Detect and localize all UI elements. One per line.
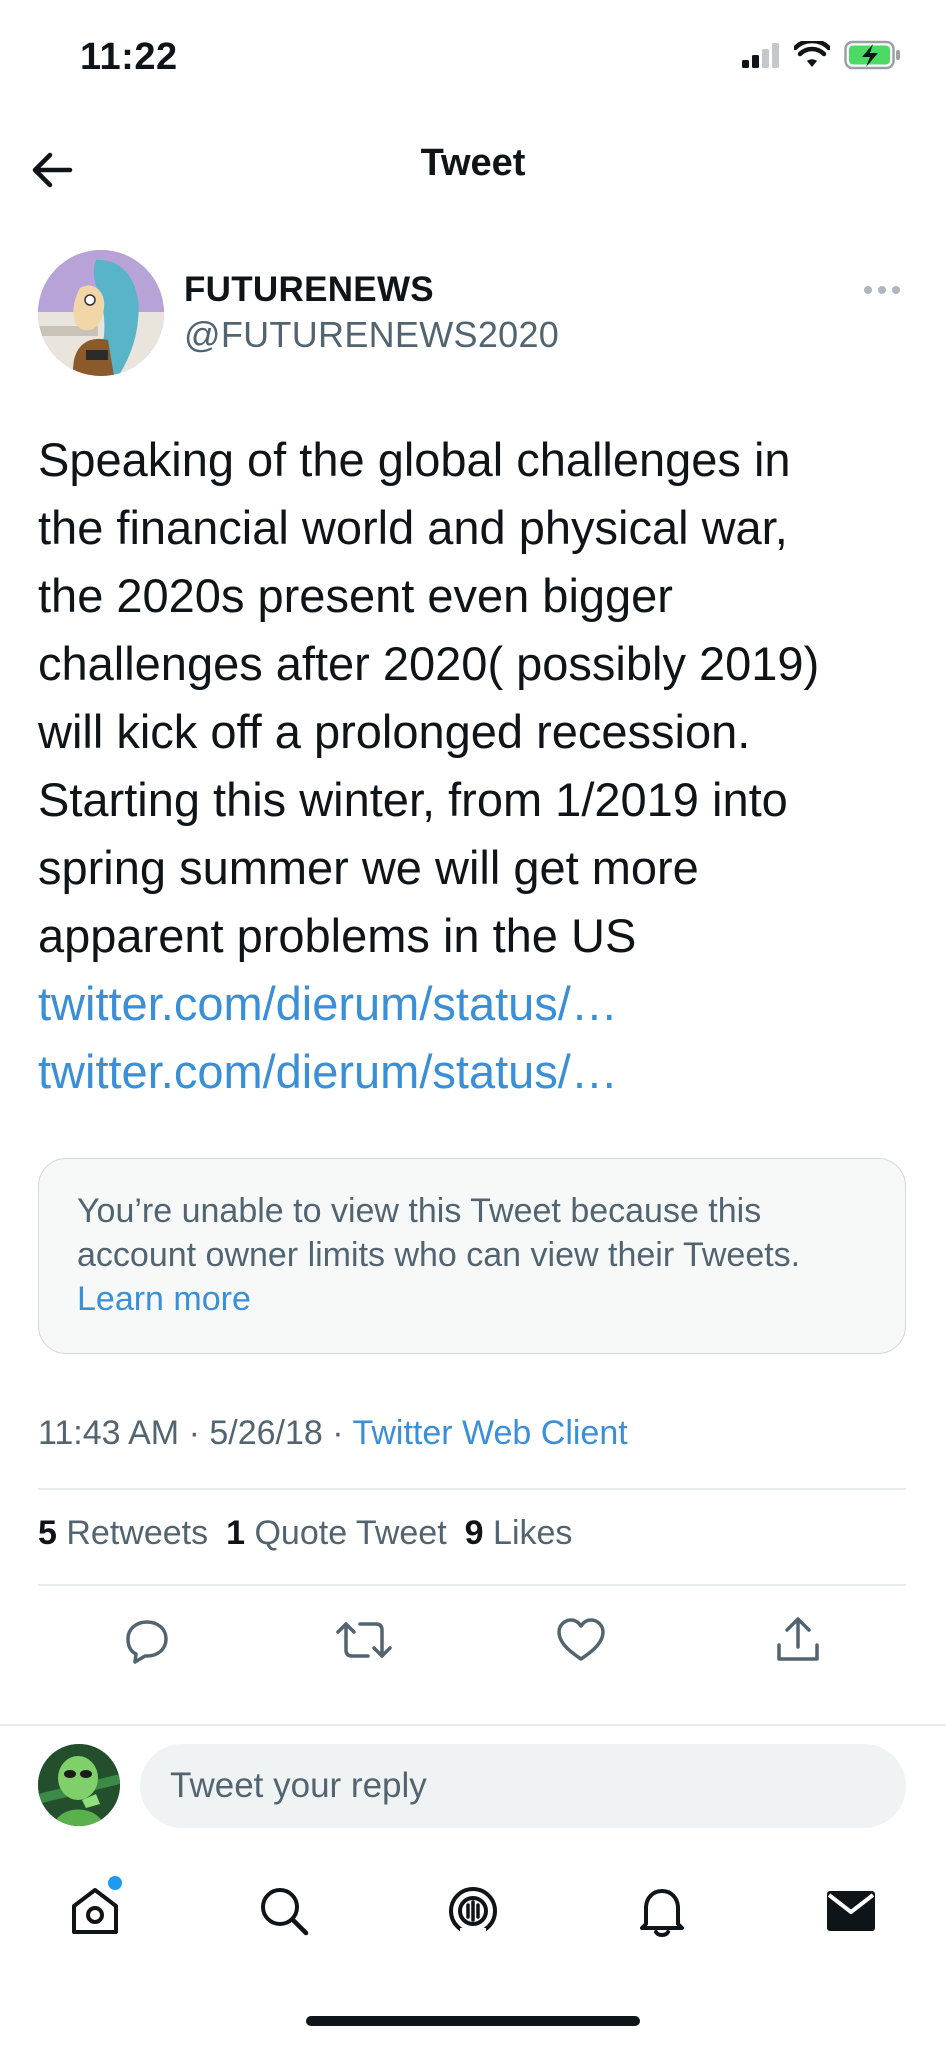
retweet-button[interactable] <box>328 1604 400 1676</box>
meta-separator: · <box>188 1414 200 1452</box>
home-indicator <box>306 2016 640 2026</box>
back-button[interactable] <box>22 140 82 200</box>
likes-label: Likes <box>493 1514 573 1552</box>
reply-input[interactable]: Tweet your reply <box>140 1744 906 1828</box>
likes-stat[interactable]: 9 Likes <box>465 1514 573 1553</box>
divider <box>38 1584 906 1586</box>
tweet-line: the 2020s present even bigger <box>38 569 673 622</box>
tweet-line: will kick off a prolonged recession. <box>38 705 751 758</box>
more-horizontal-icon <box>892 286 900 294</box>
status-icons <box>742 40 902 70</box>
arrow-left-icon <box>32 152 73 188</box>
restricted-message: You’re unable to view this Tweet because… <box>77 1189 800 1321</box>
tweet-text: Speaking of the global challenges in the… <box>38 426 918 1106</box>
retweets-count: 5 <box>38 1514 57 1552</box>
status-time: 11:22 <box>80 36 178 78</box>
author-handle[interactable]: @FUTURENEWS2020 <box>184 314 559 356</box>
quotes-label: Quote Tweet <box>254 1514 447 1552</box>
tweet-line: Speaking of the global challenges in <box>38 433 791 486</box>
restricted-tweet-card: You’re unable to view this Tweet because… <box>38 1158 906 1354</box>
tab-home[interactable] <box>50 1866 140 1956</box>
tweet-stats: 5 Retweets 1 Quote Tweet 9 Likes <box>38 1514 572 1553</box>
meta-separator: · <box>332 1414 344 1452</box>
more-horizontal-icon <box>878 286 886 294</box>
page-title: Tweet <box>420 142 526 184</box>
likes-count: 9 <box>464 1514 484 1552</box>
home-icon <box>71 1888 118 1934</box>
wifi-icon <box>794 41 830 67</box>
tweet-meta: 11:43 AM · 5/26/18 · Twitter Web Client <box>38 1414 628 1453</box>
tab-messages[interactable] <box>806 1866 896 1956</box>
notification-dot <box>107 1876 122 1890</box>
tweet-line: spring summer we will get more <box>38 841 699 894</box>
more-horizontal-icon <box>864 286 872 294</box>
retweets-label: Retweets <box>66 1514 209 1552</box>
tab-notifications[interactable] <box>617 1866 707 1956</box>
tweet-link[interactable]: twitter.com/dierum/status/… <box>38 970 918 1038</box>
divider <box>38 1488 906 1490</box>
tweet-actions <box>38 1604 906 1676</box>
quotes-count: 1 <box>226 1514 246 1552</box>
avatar-image <box>38 250 164 376</box>
tweet-client-link[interactable]: Twitter Web Client <box>352 1414 627 1452</box>
tweet-date: 5/26/18 <box>209 1414 323 1452</box>
share-icon <box>776 1617 819 1661</box>
signal-icon <box>742 43 779 68</box>
restricted-line: account owner limits who can view their … <box>77 1236 801 1274</box>
tweet-line: the financial world and physical war, <box>38 501 788 554</box>
messages-icon <box>827 1891 876 1931</box>
divider <box>0 1724 946 1726</box>
reply-button[interactable] <box>111 1604 183 1676</box>
tab-spaces[interactable] <box>428 1866 518 1956</box>
tab-search[interactable] <box>239 1866 329 1956</box>
search-icon <box>260 1888 309 1936</box>
notifications-icon <box>640 1889 685 1937</box>
battery-charging-icon <box>844 40 900 70</box>
share-button[interactable] <box>762 1604 834 1676</box>
user-avatar[interactable] <box>38 1744 120 1826</box>
like-icon <box>556 1618 605 1661</box>
like-button[interactable] <box>545 1604 617 1676</box>
reply-icon <box>125 1620 168 1664</box>
retweets-stat[interactable]: 5 Retweets <box>38 1514 208 1553</box>
user-avatar-image <box>38 1744 120 1826</box>
retweet-icon <box>335 1622 392 1658</box>
tweet-time: 11:43 AM <box>38 1414 180 1452</box>
restricted-line: You’re unable to view this Tweet because… <box>77 1192 762 1230</box>
tweet-link[interactable]: twitter.com/dierum/status/… <box>38 1038 918 1106</box>
tweet-line: apparent problems in the US <box>38 909 637 962</box>
author-avatar[interactable] <box>38 250 164 376</box>
learn-more-link[interactable]: Learn more <box>77 1277 800 1321</box>
bottom-tab-bar <box>0 1866 946 1956</box>
quotes-stat[interactable]: 1 Quote Tweet <box>226 1514 447 1553</box>
tweet-line: challenges after 2020( possibly 2019) <box>38 637 820 690</box>
more-options-button[interactable] <box>860 278 904 302</box>
tweet-line: Starting this winter, from 1/2019 into <box>38 773 788 826</box>
spaces-icon <box>448 1887 497 1936</box>
author-name[interactable]: FUTURENEWS <box>184 270 434 310</box>
